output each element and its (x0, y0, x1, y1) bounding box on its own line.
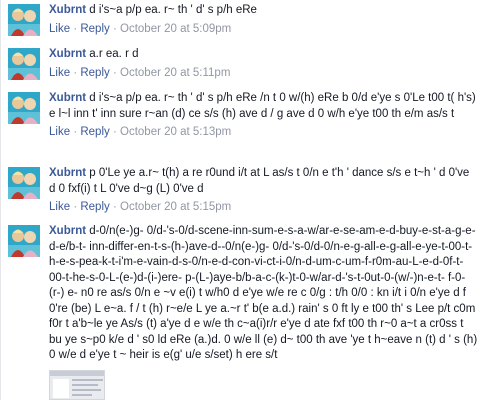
comment-text: d i's~a p/p ea. r~ th ' d' s p/h eRe /n … (49, 92, 476, 120)
separator: · (73, 22, 78, 35)
reply-link[interactable]: Reply (80, 23, 109, 35)
separator: · (112, 66, 117, 79)
comment-actions: Like · Reply · October 20 at 5:09pm (49, 22, 478, 38)
separator: · (112, 126, 117, 138)
comment-thread: Xubrnt d i's~a p/p ea. r~ th ' d' s p/h … (0, 0, 483, 400)
comment-author[interactable]: Xubrnt (49, 225, 86, 237)
like-link[interactable]: Like (49, 201, 70, 213)
comment-item: Xubrnt d-0/n(e-)g- 0/d-'s-0/d-scene-inn-… (1, 224, 483, 364)
comment-author[interactable]: Xubrnt (49, 4, 86, 16)
separator: · (112, 22, 117, 35)
reply-link[interactable]: Reply (80, 201, 109, 213)
comment-text: a.r ea. r d (89, 48, 139, 60)
comment-author[interactable]: Xubrnt (49, 92, 86, 104)
comment-timestamp[interactable]: October 20 at 5:11pm (120, 67, 230, 79)
comment-timestamp[interactable]: October 20 at 5:15pm (120, 201, 231, 213)
comment-author[interactable]: Xubrnt (49, 167, 86, 179)
comment-text: d i's~a p/p ea. r~ th ' d' s p/h eRe (89, 4, 257, 16)
like-link[interactable]: Like (49, 23, 70, 35)
comment-text: d-0/n(e-)g- 0/d-'s-0/d-scene-inn-sum-e-s… (49, 225, 478, 361)
comment-item: Xubrnt d i's~a p/p ea. r~ th ' d' s p/h … (1, 91, 483, 141)
comment-author[interactable]: Xubrnt (49, 48, 86, 60)
separator: · (73, 126, 78, 138)
comment-actions: Like · Reply · October 20 at 5:13pm (49, 125, 478, 141)
separator: · (112, 201, 117, 213)
attachment-thumbnail[interactable] (49, 370, 105, 400)
comment-item: Xubrnt p 0'Le ye a.r~ t(h) a re r0und i/… (1, 166, 483, 216)
comment-actions: Like · Reply · October 20 at 5:11pm (49, 66, 478, 82)
like-link[interactable]: Like (49, 67, 70, 79)
comment-item: Xubrnt d i's~a p/p ea. r~ th ' d' s p/h … (1, 3, 483, 37)
comment-actions: Like · Reply · October 20 at 5:15pm (49, 200, 478, 216)
reply-link[interactable]: Reply (80, 67, 109, 79)
comment-text: p 0'Le ye a.r~ t(h) a re r0und i/t at L … (49, 167, 470, 195)
comment-timestamp[interactable]: October 20 at 5:13pm (120, 126, 231, 138)
comment-item: Xubrnt a.r ea. r d Like · Reply · Octobe… (1, 47, 483, 81)
separator: · (73, 66, 78, 79)
reply-link[interactable]: Reply (80, 126, 109, 138)
like-link[interactable]: Like (49, 126, 70, 138)
comment-timestamp[interactable]: October 20 at 5:09pm (120, 23, 231, 35)
image-thumbnail-icon (50, 371, 104, 399)
separator: · (73, 201, 78, 213)
